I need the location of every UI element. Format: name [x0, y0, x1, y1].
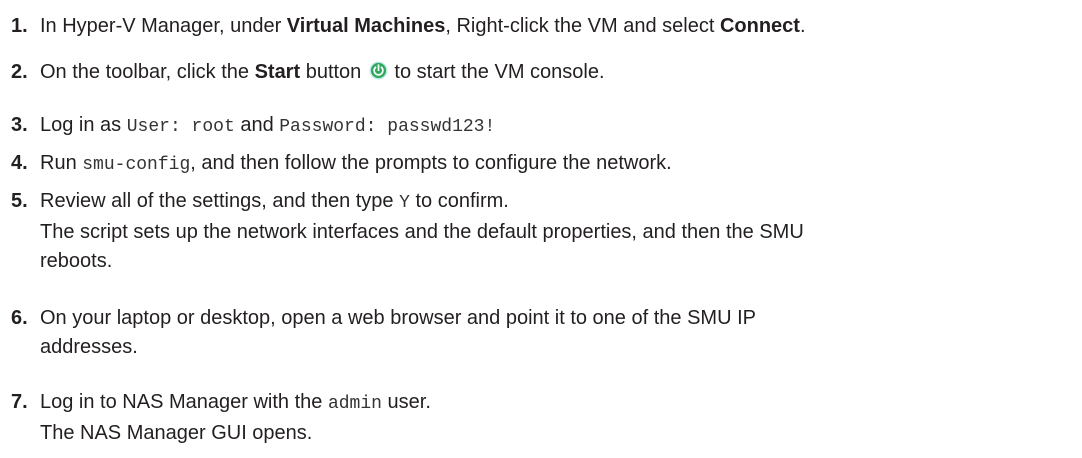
code-command: smu-config — [82, 155, 191, 175]
step-number: 4. — [11, 152, 28, 174]
step-number: 1. — [11, 15, 28, 37]
step-text: On your laptop or desktop, open a web br… — [40, 304, 1076, 362]
step-result: reboots. — [40, 250, 113, 272]
step-text: Run smu-config, and then follow the prom… — [40, 152, 672, 175]
code-username: User: root — [126, 117, 235, 137]
step-result: The script sets up the network interface… — [40, 221, 804, 243]
code-admin-user: admin — [327, 394, 382, 414]
code-confirm-key: Y — [399, 193, 410, 213]
step-number: 3. — [11, 114, 28, 136]
step-text: Log in to NAS Manager with the admin use… — [40, 388, 1076, 448]
step-line: Log in to NAS Manager with the admin use… — [40, 391, 431, 414]
step-number: 6. — [11, 307, 28, 329]
step-text: Review all of the settings, and then typ… — [40, 187, 1076, 276]
step-text: On the toolbar, click the Start button t… — [40, 61, 605, 83]
step-line: Review all of the settings, and then typ… — [40, 190, 509, 213]
ui-term-connect: Connect — [719, 15, 800, 37]
power-icon — [369, 61, 388, 80]
ui-term-virtual-machines: Virtual Machines — [286, 15, 446, 37]
step-number: 2. — [11, 61, 28, 83]
code-password: Password: passwd123! — [279, 117, 496, 137]
step-line: On your laptop or desktop, open a web br… — [40, 307, 756, 329]
step-text: Log in as User: root and Password: passw… — [40, 114, 496, 137]
step-number: 7. — [11, 391, 28, 413]
ui-term-start: Start — [254, 61, 301, 83]
step-result: The NAS Manager GUI opens. — [40, 422, 313, 444]
step-number: 5. — [11, 190, 28, 212]
step-line: addresses. — [40, 336, 138, 358]
step-text: In Hyper-V Manager, under Virtual Machin… — [40, 15, 806, 37]
